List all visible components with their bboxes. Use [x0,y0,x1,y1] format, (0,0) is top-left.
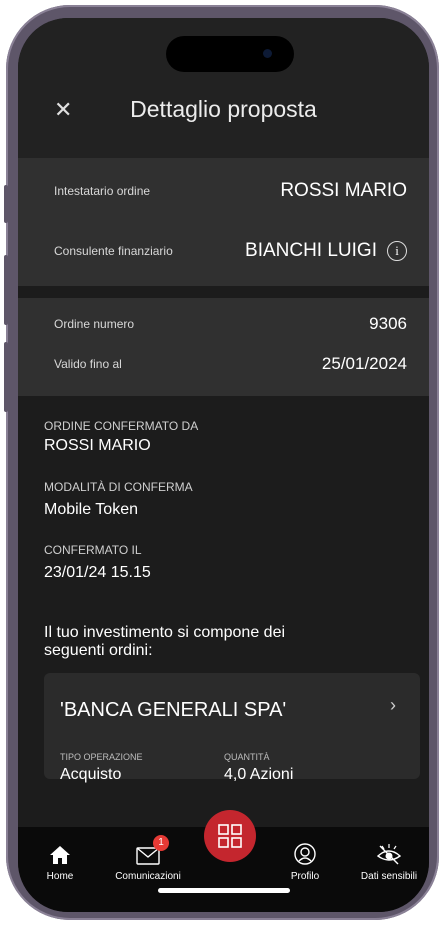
confirmed-by-label: ORDINE CONFERMATO DA [44,419,199,433]
camera-icon [263,49,272,58]
side-button-silent [4,185,8,223]
tab-messages-label: Comunicazioni [115,871,181,882]
mail-icon: 1 [113,835,183,865]
operation-type-label: TIPO OPERAZIONE [60,752,143,762]
eye-off-icon [354,837,424,865]
grid-icon [218,824,242,848]
header: ✕ Dettaglio proposta [18,18,429,158]
side-button-volume-up [4,255,8,325]
home-icon [25,837,95,865]
main-menu-button[interactable] [204,810,256,862]
home-indicator[interactable] [158,888,290,893]
tab-home[interactable]: Home [25,837,95,882]
page-title: Dettaglio proposta [130,96,317,122]
tab-messages[interactable]: 1 Comunicazioni [113,835,183,882]
tab-home-label: Home [46,871,74,882]
confirmed-on-label: CONFERMATO IL [44,543,142,557]
tab-profile-label: Profilo [290,871,320,882]
valid-until-value: 25/01/2024 [321,354,407,373]
side-button-volume-down [4,342,8,412]
confirm-mode-value: Mobile Token [44,501,138,518]
operation-type-value: Acquisto [60,766,122,783]
confirmed-on-value: 23/01/24 15.15 [44,564,151,581]
advisor-value-wrap: BIANCHI LUIGI i [245,240,407,262]
order-number-row: Ordine numero 9306 [54,314,407,334]
profile-icon [270,837,340,865]
notification-badge: 1 [153,835,169,851]
order-security-name: 'BANCA GENERALI SPA' [60,699,287,721]
holder-label: Intestatario ordine [54,184,151,198]
tab-profile[interactable]: Profilo [270,837,340,882]
screen: ✕ Dettaglio proposta Intestatario ordine… [18,18,429,912]
order-holder-card: Intestatario ordine ROSSI MARIO Consulen… [18,158,429,286]
valid-until-label: Valido fino al [54,357,122,371]
confirmed-by-value: ROSSI MARIO [44,437,151,454]
quantity-value: 4,0 Azioni [224,766,294,783]
advisor-label: Consulente finanziario [54,244,173,258]
order-info-card: Ordine numero 9306 Valido fino al 25/01/… [18,298,429,396]
orders-intro-text: Il tuo investimento si compone dei segue… [44,624,286,659]
tab-sensitive-data-label: Dati sensibili [360,871,418,882]
order-number-value: 9306 [369,314,407,333]
info-icon[interactable]: i [387,240,407,261]
valid-until-row: Valido fino al 25/01/2024 [54,354,407,374]
advisor-row: Consulente finanziario BIANCHI LUIGI i [54,240,407,262]
dynamic-island [166,36,294,72]
chevron-right-icon: › [390,695,396,715]
holder-row: Intestatario ordine ROSSI MARIO [54,180,407,202]
quantity-label: QUANTITÀ [224,752,270,762]
order-card[interactable]: 'BANCA GENERALI SPA' › TIPO OPERAZIONE A… [44,673,420,783]
confirm-mode-label: MODALITÀ DI CONFERMA [44,480,193,494]
holder-value: ROSSI MARIO [280,180,407,201]
tab-sensitive-data[interactable]: Dati sensibili [354,837,424,882]
advisor-value: BIANCHI LUIGI [245,240,377,261]
order-number-label: Ordine numero [54,317,135,331]
